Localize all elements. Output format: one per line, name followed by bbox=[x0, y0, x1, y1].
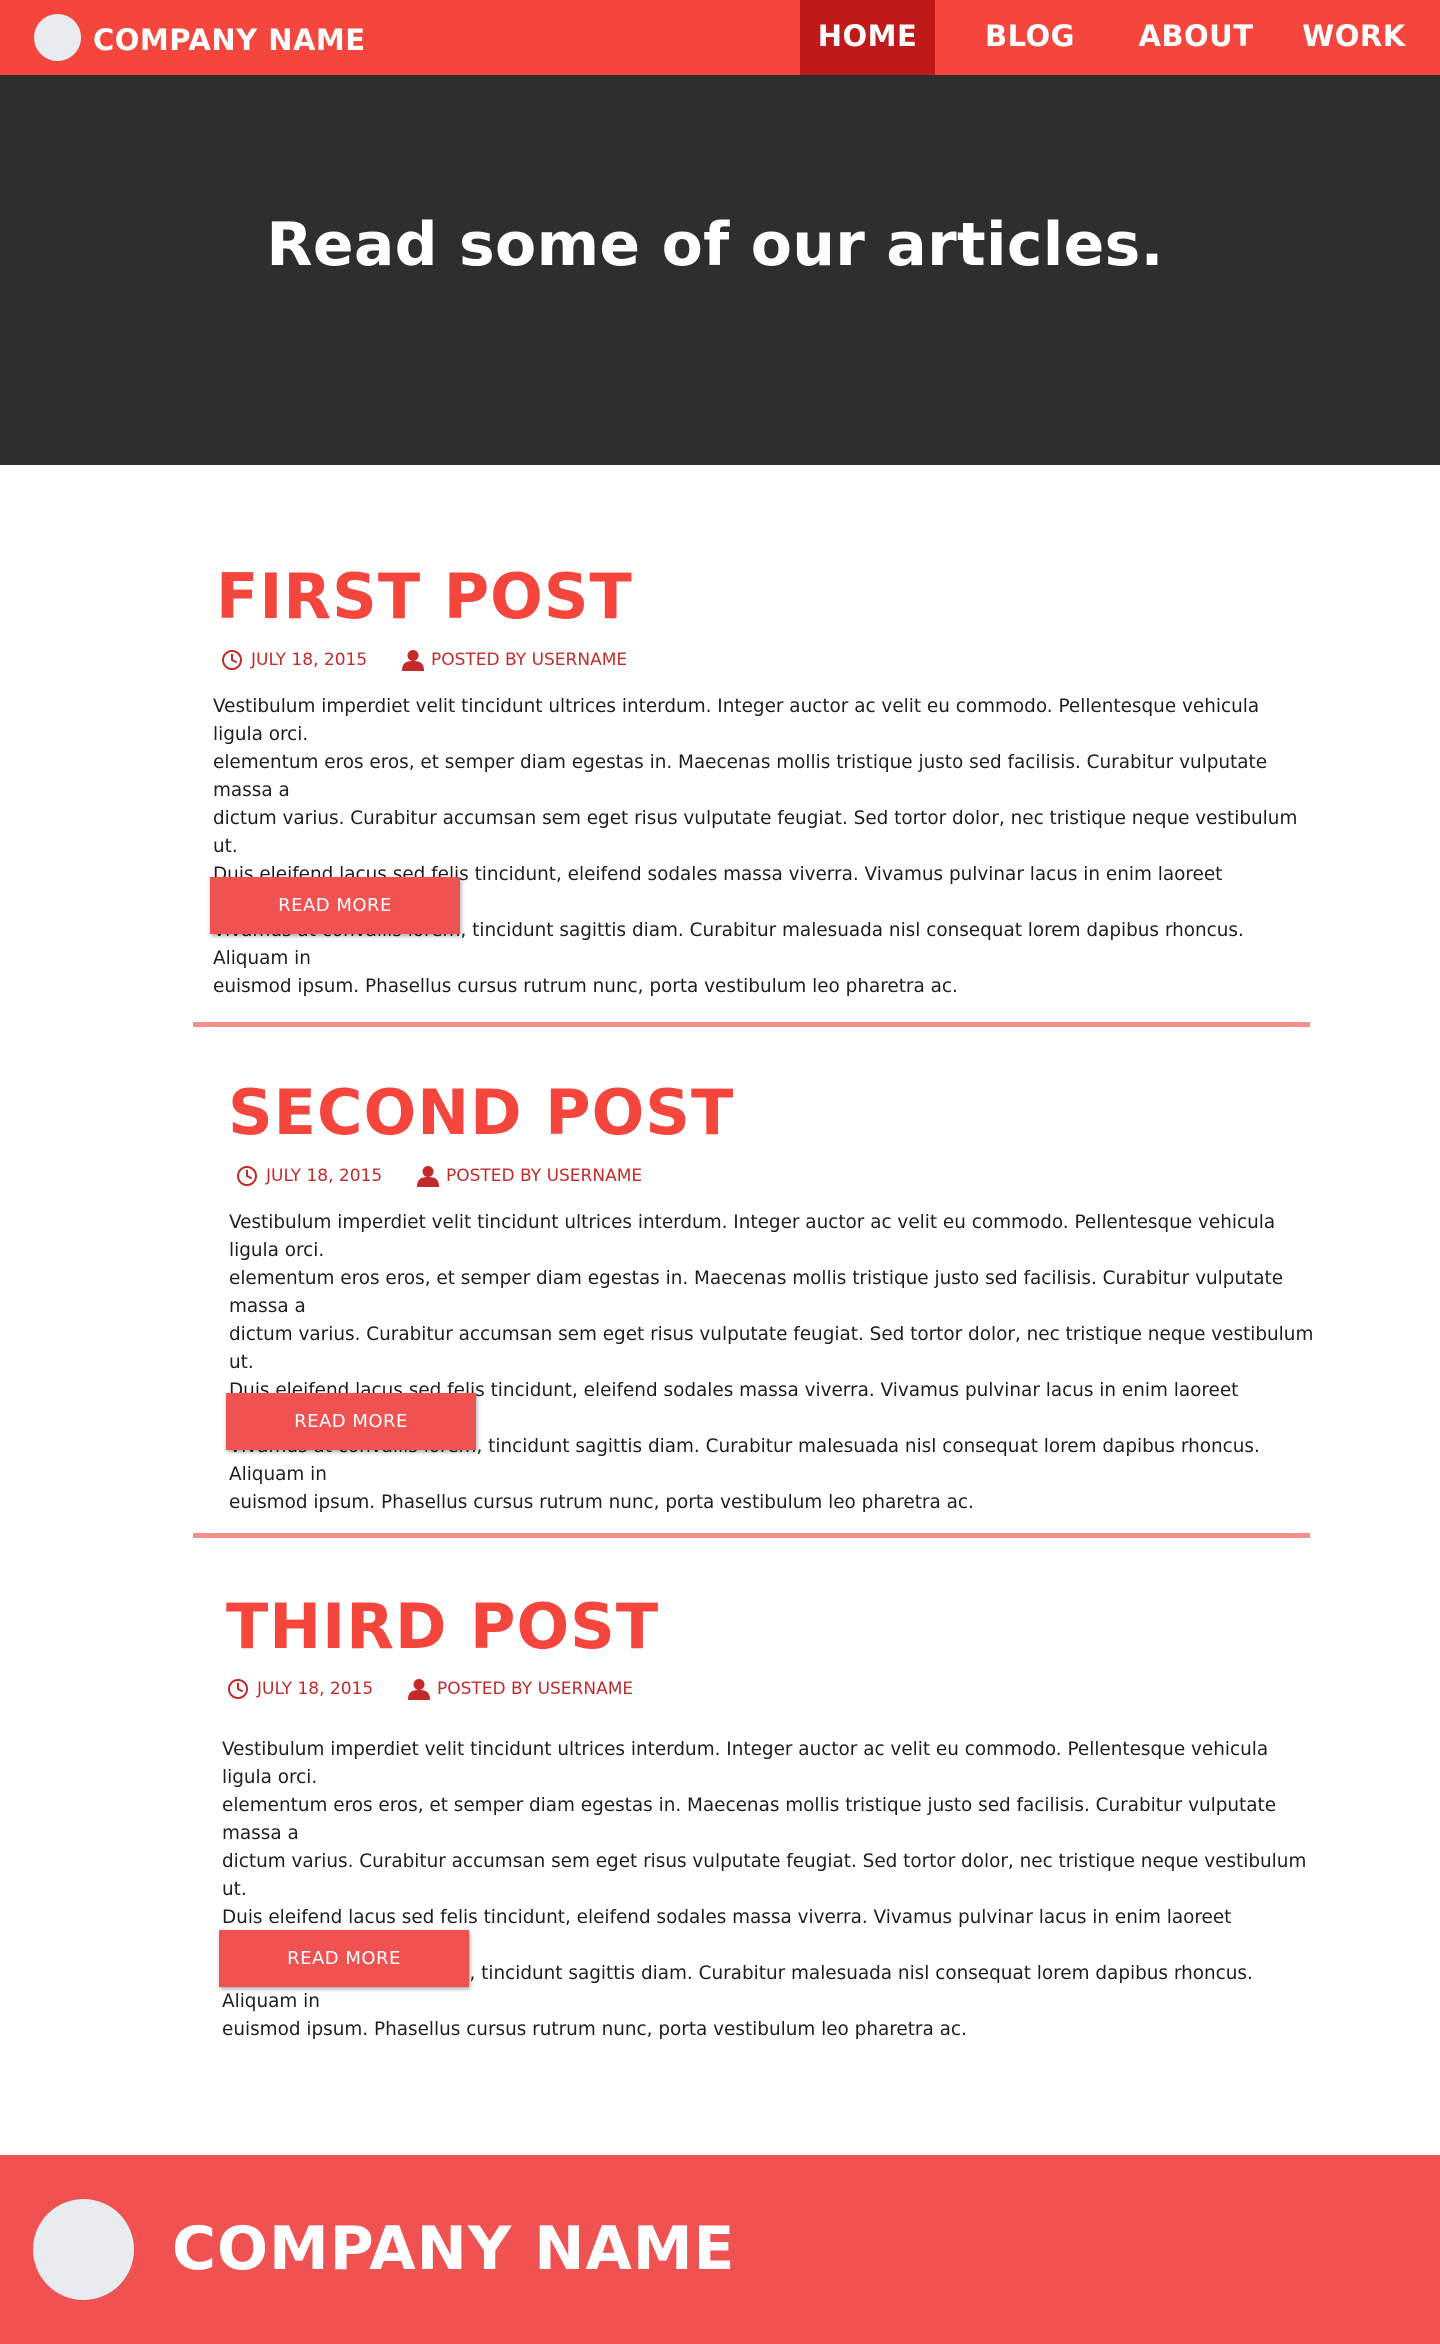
nav-work[interactable]: WORK bbox=[1289, 0, 1419, 75]
footer-company-name: COMPANY NAME bbox=[172, 2214, 736, 2284]
post-body: Vestibulum imperdiet velit tincidunt ult… bbox=[213, 696, 1298, 997]
footer-logo-circle[interactable] bbox=[33, 2199, 134, 2300]
post-author-text[interactable]: POSTED BY USERNAME bbox=[437, 1677, 633, 1701]
read-more-button[interactable]: READ MORE bbox=[226, 1393, 476, 1450]
post-title[interactable]: FIRST POST bbox=[216, 560, 633, 633]
user-icon bbox=[417, 1166, 439, 1187]
read-more-button[interactable]: READ MORE bbox=[210, 877, 460, 934]
post-body: Vestibulum imperdiet velit tincidunt ult… bbox=[229, 1212, 1314, 1513]
clock-icon bbox=[237, 1166, 257, 1186]
main-nav: HOME BLOG ABOUT WORK bbox=[800, 0, 1440, 75]
user-icon bbox=[402, 650, 424, 671]
post-author-text[interactable]: POSTED BY USERNAME bbox=[446, 1164, 642, 1188]
read-more-button[interactable]: READ MORE bbox=[219, 1930, 469, 1987]
user-icon bbox=[408, 1679, 430, 1700]
nav-about[interactable]: ABOUT bbox=[1126, 0, 1266, 75]
hero-title: Read some of our articles. bbox=[266, 210, 1164, 280]
hero-banner: Read some of our articles. bbox=[0, 75, 1440, 465]
post-body: Vestibulum imperdiet velit tincidunt ult… bbox=[222, 1739, 1307, 2040]
nav-blog[interactable]: BLOG bbox=[965, 0, 1095, 75]
post-divider bbox=[193, 1022, 1310, 1027]
site-footer: COMPANY NAME bbox=[0, 2155, 1440, 2344]
post-date-text: JULY 18, 2015 bbox=[257, 1679, 374, 1699]
logo-circle[interactable] bbox=[34, 14, 81, 61]
clock-icon bbox=[222, 650, 242, 670]
post-date-text: JULY 18, 2015 bbox=[251, 650, 368, 670]
post-title[interactable]: THIRD POST bbox=[226, 1590, 659, 1663]
clock-icon bbox=[228, 1679, 248, 1699]
post-title[interactable]: SECOND POST bbox=[228, 1076, 734, 1149]
post-divider bbox=[193, 1533, 1310, 1538]
post-author-text[interactable]: POSTED BY USERNAME bbox=[431, 648, 627, 672]
post-date-text: JULY 18, 2015 bbox=[266, 1166, 383, 1186]
site-header: COMPANY NAME HOME BLOG ABOUT WORK bbox=[0, 0, 1440, 75]
company-name[interactable]: COMPANY NAME bbox=[93, 0, 366, 75]
nav-home[interactable]: HOME bbox=[800, 0, 935, 75]
